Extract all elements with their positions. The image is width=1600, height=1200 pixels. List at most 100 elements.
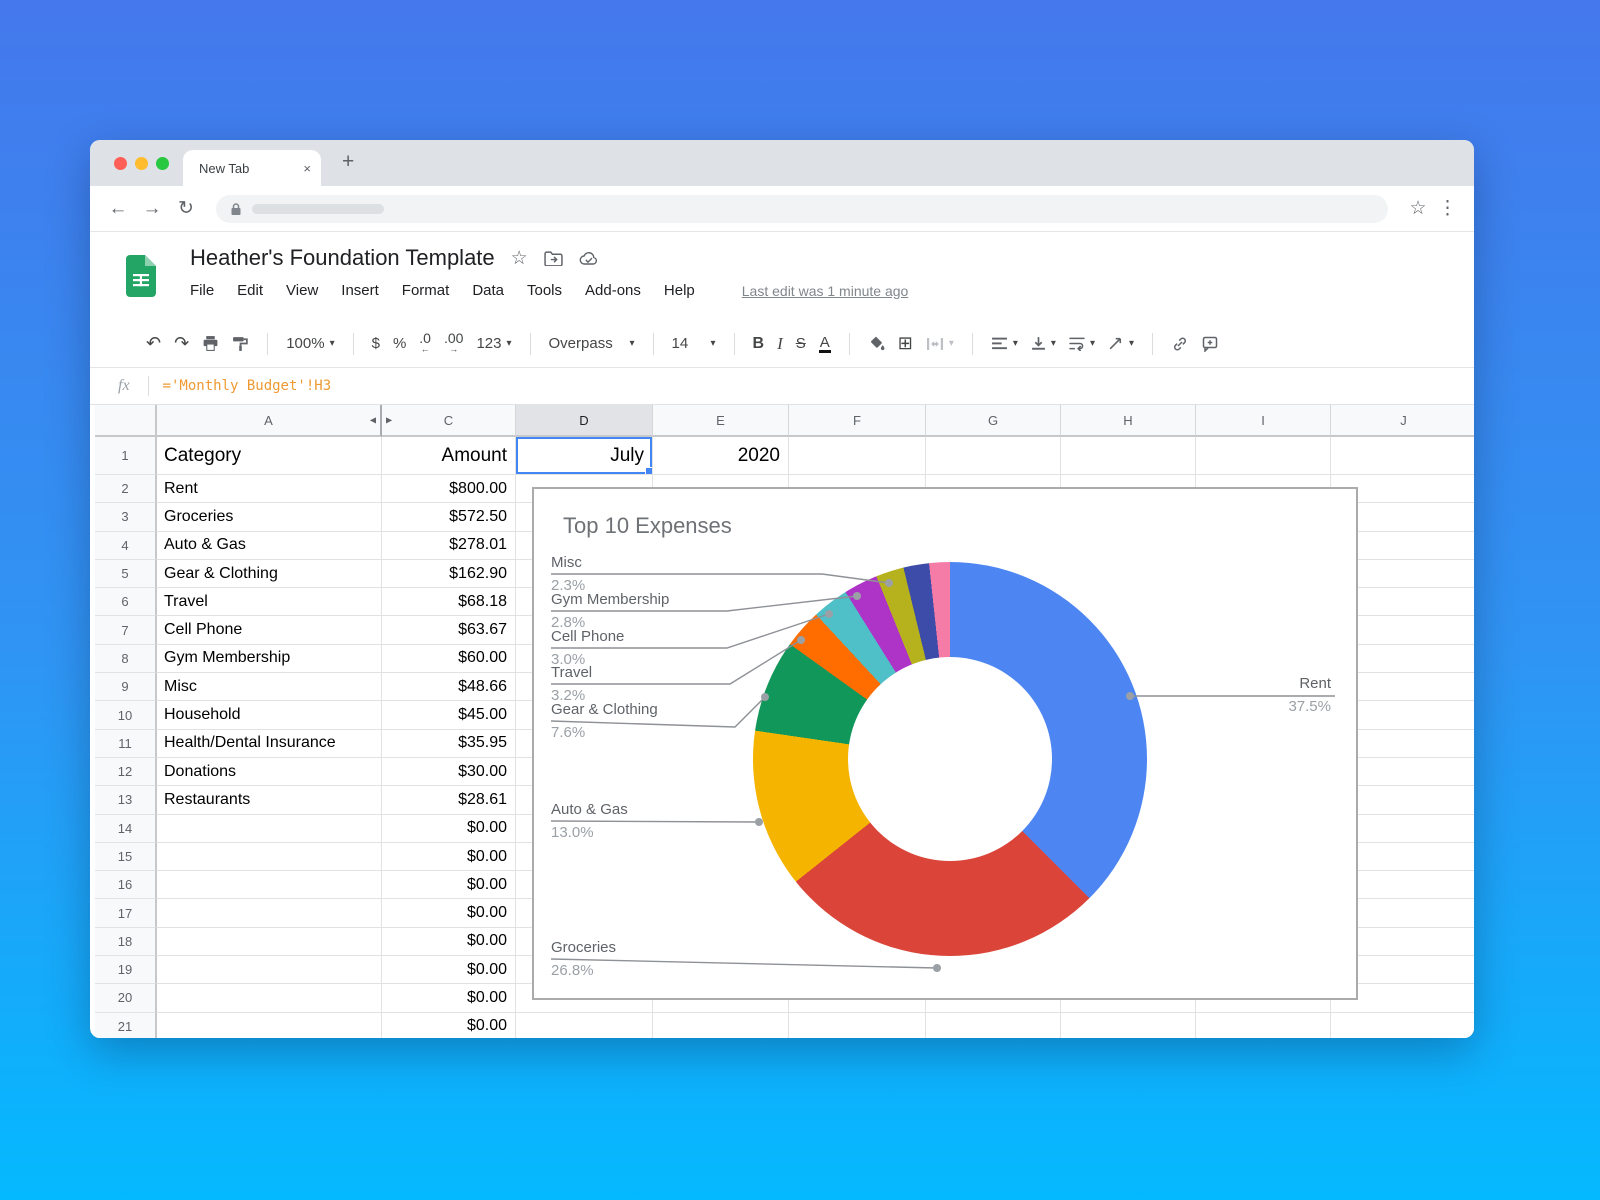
cell-C3[interactable]: $572.50 xyxy=(382,503,516,531)
row-header-17[interactable]: 17 xyxy=(95,899,157,927)
cell-A7[interactable]: Cell Phone xyxy=(157,616,382,644)
cloud-saved-icon[interactable] xyxy=(579,251,599,266)
back-icon[interactable]: ← xyxy=(104,198,132,220)
bold-button[interactable]: B xyxy=(753,335,765,353)
cell-J1[interactable] xyxy=(1331,437,1474,475)
cell-G21[interactable] xyxy=(926,1013,1061,1038)
cell-C7[interactable]: $63.67 xyxy=(382,616,516,644)
decrease-decimals-button[interactable]: .0← xyxy=(419,333,431,355)
column-header-J[interactable]: J xyxy=(1331,405,1474,437)
cell-C4[interactable]: $278.01 xyxy=(382,532,516,560)
borders-icon[interactable]: ⊞ xyxy=(898,333,913,354)
cell-A9[interactable]: Misc xyxy=(157,673,382,701)
cell-C17[interactable]: $0.00 xyxy=(382,899,516,927)
row-header-21[interactable]: 21 xyxy=(95,1013,157,1038)
reload-icon[interactable]: ↻ xyxy=(172,197,200,220)
cell-A4[interactable]: Auto & Gas xyxy=(157,532,382,560)
menu-insert[interactable]: Insert xyxy=(341,282,379,299)
zoom-window-button[interactable] xyxy=(156,157,169,170)
strikethrough-button[interactable]: S xyxy=(796,335,806,352)
cell-A16[interactable] xyxy=(157,871,382,899)
column-header-E[interactable]: E xyxy=(653,405,789,437)
row-header-11[interactable]: 11 xyxy=(95,730,157,758)
cell-C15[interactable]: $0.00 xyxy=(382,843,516,871)
cell-A18[interactable] xyxy=(157,928,382,956)
cell-A2[interactable]: Rent xyxy=(157,475,382,503)
column-header-A[interactable]: A◀ xyxy=(157,405,382,437)
cell-C14[interactable]: $0.00 xyxy=(382,815,516,843)
cell-C1[interactable]: Amount xyxy=(382,437,516,475)
expenses-chart[interactable]: Top 10 Expenses xyxy=(532,487,1358,1000)
menu-data[interactable]: Data xyxy=(472,282,504,299)
row-header-13[interactable]: 13 xyxy=(95,786,157,814)
move-to-folder-icon[interactable] xyxy=(544,251,563,266)
cell-C8[interactable]: $60.00 xyxy=(382,645,516,673)
menu-view[interactable]: View xyxy=(286,282,318,299)
tab-close-icon[interactable]: × xyxy=(303,161,311,176)
new-tab-button[interactable]: + xyxy=(342,150,354,174)
column-header-C[interactable]: C▶ xyxy=(382,405,516,437)
url-bar[interactable] xyxy=(216,195,1388,223)
row-header-10[interactable]: 10 xyxy=(95,701,157,729)
cell-C9[interactable]: $48.66 xyxy=(382,673,516,701)
cell-C6[interactable]: $68.18 xyxy=(382,588,516,616)
row-header-14[interactable]: 14 xyxy=(95,815,157,843)
cell-C11[interactable]: $35.95 xyxy=(382,730,516,758)
row-header-7[interactable]: 7 xyxy=(95,616,157,644)
row-header-6[interactable]: 6 xyxy=(95,588,157,616)
column-header-H[interactable]: H xyxy=(1061,405,1196,437)
row-header-12[interactable]: 12 xyxy=(95,758,157,786)
row-header-1[interactable]: 1 xyxy=(95,437,157,475)
cell-A14[interactable] xyxy=(157,815,382,843)
row-header-8[interactable]: 8 xyxy=(95,645,157,673)
print-icon[interactable] xyxy=(202,335,219,352)
row-header-16[interactable]: 16 xyxy=(95,871,157,899)
cell-C19[interactable]: $0.00 xyxy=(382,956,516,984)
row-header-19[interactable]: 19 xyxy=(95,956,157,984)
cell-H21[interactable] xyxy=(1061,1013,1196,1038)
cell-A19[interactable] xyxy=(157,956,382,984)
paint-format-icon[interactable] xyxy=(232,335,249,352)
cell-C5[interactable]: $162.90 xyxy=(382,560,516,588)
redo-icon[interactable]: ↷ xyxy=(174,333,189,354)
last-edit-link[interactable]: Last edit was 1 minute ago xyxy=(742,283,909,299)
sheets-logo-icon[interactable] xyxy=(124,254,158,303)
cell-C12[interactable]: $30.00 xyxy=(382,758,516,786)
browser-menu-icon[interactable]: ⋮ xyxy=(1438,197,1456,220)
cell-A8[interactable]: Gym Membership xyxy=(157,645,382,673)
hidden-column-expand-right-icon[interactable]: ▶ xyxy=(386,416,392,425)
row-header-3[interactable]: 3 xyxy=(95,503,157,531)
menu-format[interactable]: Format xyxy=(402,282,450,299)
row-header-9[interactable]: 9 xyxy=(95,673,157,701)
increase-decimals-button[interactable]: .00→ xyxy=(444,333,463,355)
italic-button[interactable]: I xyxy=(777,334,783,354)
hidden-column-expand-left-icon[interactable]: ◀ xyxy=(370,416,376,425)
vertical-align-icon[interactable]: ▾ xyxy=(1031,336,1056,351)
menu-file[interactable]: File xyxy=(190,282,214,299)
cell-I21[interactable] xyxy=(1196,1013,1331,1038)
cell-E1[interactable]: 2020 xyxy=(653,437,789,475)
select-all-corner[interactable] xyxy=(95,405,157,437)
cell-A11[interactable]: Health/Dental Insurance xyxy=(157,730,382,758)
cell-C18[interactable]: $0.00 xyxy=(382,928,516,956)
cell-C10[interactable]: $45.00 xyxy=(382,701,516,729)
formula-input[interactable]: ='Monthly Budget'!H3 xyxy=(163,378,332,394)
cell-D21[interactable] xyxy=(516,1013,653,1038)
cell-A15[interactable] xyxy=(157,843,382,871)
cell-H1[interactable] xyxy=(1061,437,1196,475)
menu-help[interactable]: Help xyxy=(664,282,695,299)
cell-F21[interactable] xyxy=(789,1013,926,1038)
cell-A13[interactable]: Restaurants xyxy=(157,786,382,814)
more-formats-button[interactable]: 123▾ xyxy=(476,335,511,352)
cell-C16[interactable]: $0.00 xyxy=(382,871,516,899)
fill-color-icon[interactable] xyxy=(868,335,885,352)
cell-E21[interactable] xyxy=(653,1013,789,1038)
undo-icon[interactable]: ↶ xyxy=(146,333,161,354)
menu-tools[interactable]: Tools xyxy=(527,282,562,299)
cell-A1[interactable]: Category xyxy=(157,437,382,475)
browser-tab[interactable]: New Tab × xyxy=(183,150,321,186)
zoom-select[interactable]: 100%▾ xyxy=(286,335,334,352)
row-header-15[interactable]: 15 xyxy=(95,843,157,871)
merge-cells-icon[interactable]: ▾ xyxy=(926,336,954,352)
text-wrap-icon[interactable]: ▾ xyxy=(1069,336,1095,351)
